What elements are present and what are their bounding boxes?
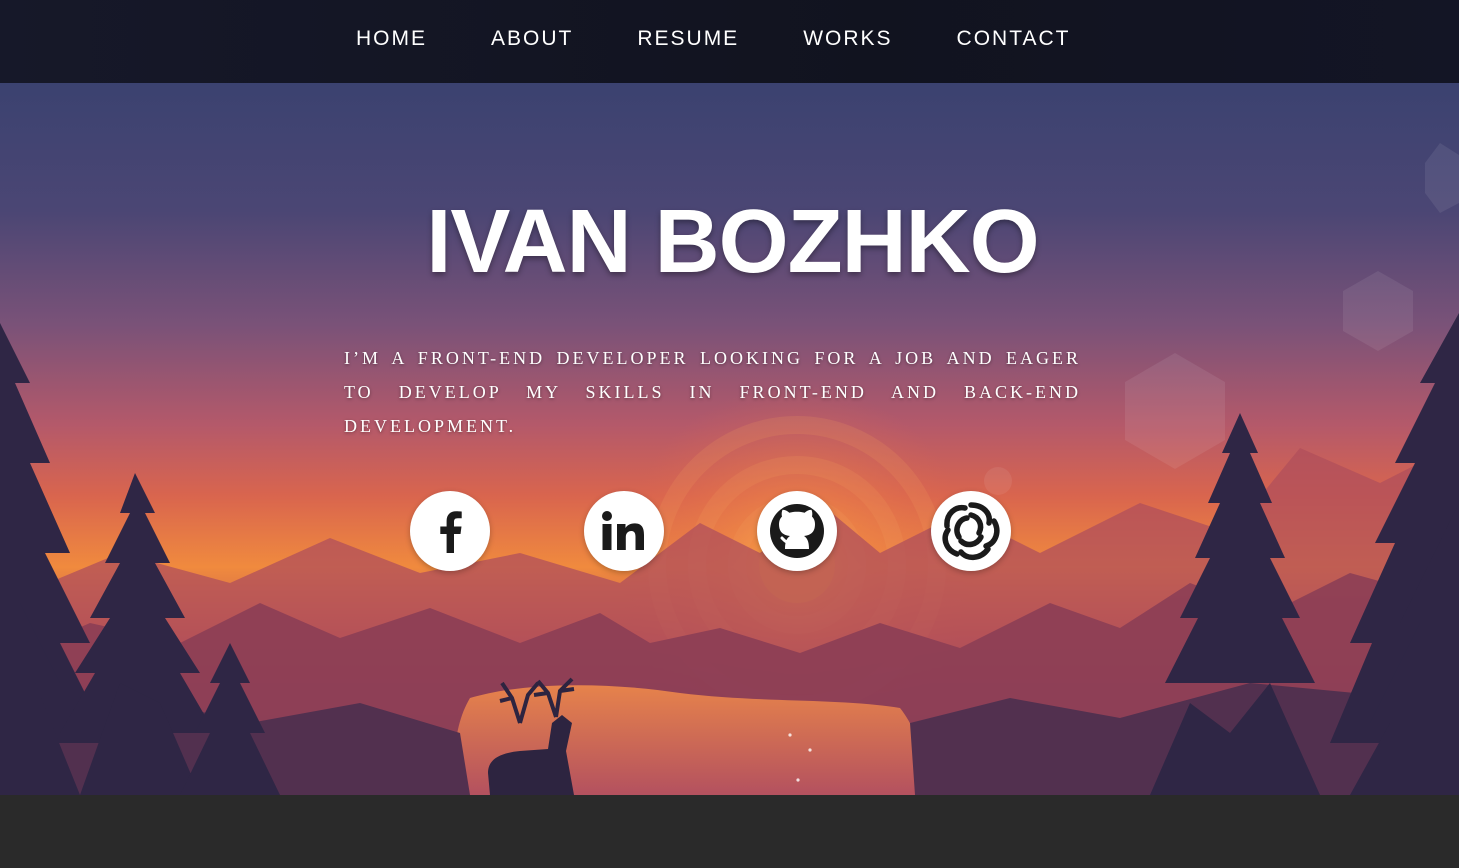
nav-link-works[interactable]: WORKS xyxy=(803,26,892,52)
facebook-icon xyxy=(440,511,462,553)
github-icon xyxy=(770,504,824,558)
nav-item-works: WORKS xyxy=(803,26,892,52)
hero-title: IVAN BOZHKO xyxy=(426,192,1039,292)
nav-item-about: ABOUT xyxy=(491,26,573,52)
top-navigation: HOME ABOUT RESUME WORKS CONTACT xyxy=(0,0,1459,83)
footer-band xyxy=(0,795,1459,868)
sololearn-icon xyxy=(942,502,1000,560)
hero-tagline: I’M A FRONT-END DEVELOPER LOOKING FOR A … xyxy=(344,348,1081,436)
nav-link-home[interactable]: HOME xyxy=(356,26,427,52)
nav-menu: HOME ABOUT RESUME WORKS CONTACT xyxy=(356,26,1134,52)
nav-item-resume: RESUME xyxy=(637,26,739,52)
linkedin-icon xyxy=(602,511,644,550)
nav-item-home: HOME xyxy=(356,26,427,52)
nav-link-contact[interactable]: CONTACT xyxy=(957,26,1071,52)
sololearn-link[interactable] xyxy=(931,491,1011,571)
nav-link-resume[interactable]: RESUME xyxy=(637,26,739,52)
github-link[interactable] xyxy=(757,491,837,571)
hero-section: IVAN BOZHKO I’M A FRONT-END DEVELOPER LO… xyxy=(0,83,1459,795)
nav-link-about[interactable]: ABOUT xyxy=(491,26,573,52)
facebook-link[interactable] xyxy=(410,491,490,571)
nav-item-contact: CONTACT xyxy=(957,26,1071,52)
linkedin-link[interactable] xyxy=(584,491,664,571)
